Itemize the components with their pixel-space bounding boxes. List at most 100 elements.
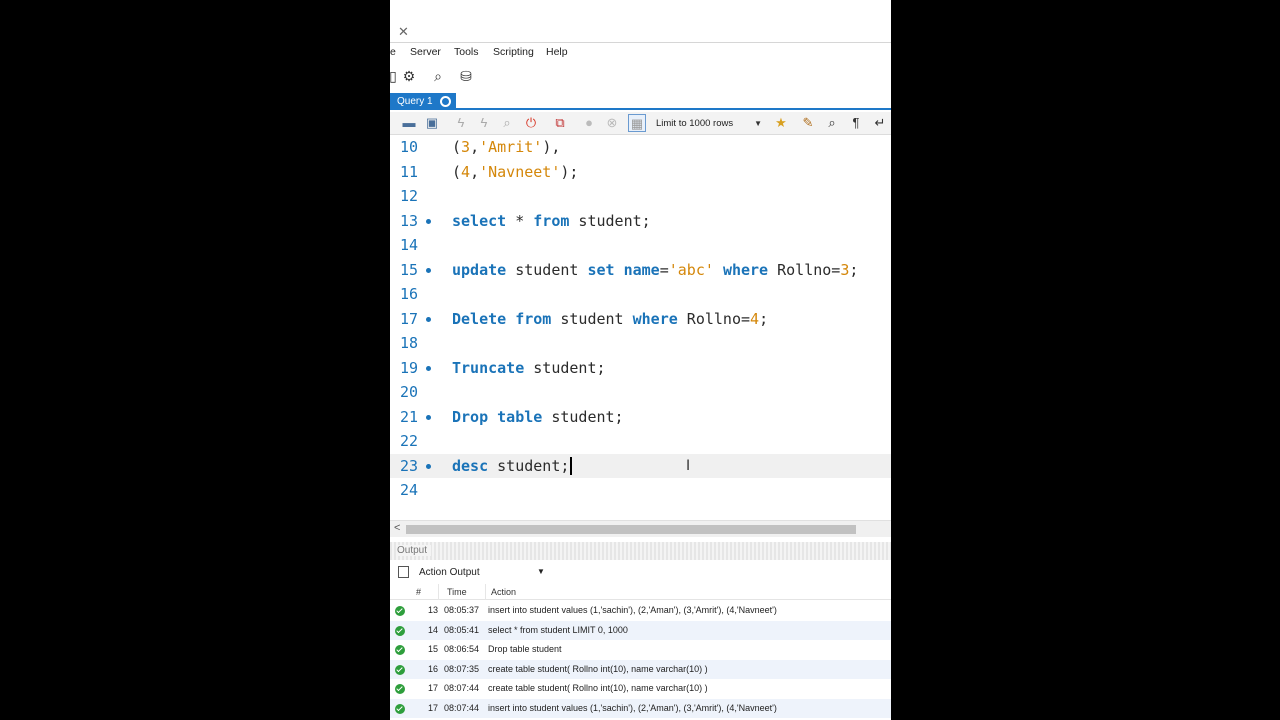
code-token: Drop <box>452 407 489 426</box>
close-icon[interactable]: ✕ <box>398 24 409 40</box>
code-token: Delete <box>452 309 507 328</box>
code-token: , <box>470 162 480 181</box>
menu-item-help[interactable]: Help <box>546 46 568 58</box>
column-header-action[interactable]: Action <box>491 587 516 597</box>
menu-item-tools[interactable]: Tools <box>454 46 479 58</box>
scrollbar-thumb[interactable] <box>406 525 856 534</box>
horizontal-scrollbar[interactable]: < <box>390 520 891 537</box>
output-type-select[interactable]: Action Output <box>419 567 480 578</box>
code-line[interactable]: 19 Truncate student; <box>390 356 891 381</box>
code-line[interactable]: 21 Drop table student; <box>390 405 891 430</box>
explain-icon[interactable]: ⌕ <box>498 114 516 132</box>
code-line[interactable]: 24 <box>390 478 891 503</box>
limit-rows-select[interactable]: Limit to 1000 rows ▼ <box>656 116 766 132</box>
code-token: ); <box>560 162 579 181</box>
row-time: 08:07:44 <box>444 683 480 693</box>
scroll-left-icon[interactable]: < <box>394 522 400 534</box>
open-file-icon[interactable]: ▬ <box>400 114 418 132</box>
output-grid-header: # Time Action <box>390 584 891 600</box>
code-token: name <box>623 260 660 279</box>
row-time: 08:06:54 <box>444 644 480 654</box>
add-snippet-icon[interactable]: ★ <box>772 114 790 132</box>
output-row[interactable]: 16 08:07:35 create table student( Rollno i… <box>390 659 891 679</box>
success-check-icon <box>395 703 405 714</box>
code-line[interactable]: 14 <box>390 233 891 258</box>
code-token: desc <box>452 456 489 475</box>
sql-toolbar: ▬ ▣ ϟ ϟ ⌕ ⏻ ⧉ ● ⊗ ▦ Limit to 1000 rows ▼… <box>390 112 891 135</box>
code-token: ), <box>542 138 561 156</box>
chevron-down-icon[interactable]: ▼ <box>537 567 545 576</box>
tab-query-1[interactable]: Query 1 <box>390 93 456 110</box>
code-token: update <box>452 260 507 279</box>
save-icon[interactable]: ▣ <box>423 114 441 132</box>
title-bar: ✕ <box>390 0 891 43</box>
code-line[interactable]: 16 <box>390 282 891 307</box>
code-line[interactable]: 23 desc student; <box>390 453 891 479</box>
output-row[interactable]: 17 08:07:44 create table student( Rollno i… <box>390 679 891 699</box>
code-token: Rollno= <box>677 309 751 328</box>
settings-schema-icon[interactable]: ⚙ <box>400 67 418 85</box>
rollback-icon[interactable]: ⊗ <box>603 114 621 132</box>
code-text: Delete from student where Rollno=4; <box>452 307 768 332</box>
code-line[interactable]: 17 Delete from student where Rollno=4; <box>390 307 891 332</box>
output-row[interactable]: 17 08:07:44 insert into student values (1,… <box>390 698 891 718</box>
code-token: , <box>470 138 480 156</box>
code-token: where <box>722 260 769 279</box>
query-tab-bar: Query 1 <box>390 92 891 110</box>
code-token: set <box>587 260 615 279</box>
menu-bar: e Server Tools Scripting Help <box>390 43 891 63</box>
row-time: 08:05:37 <box>444 605 480 615</box>
code-line[interactable]: 11 (4,'Navneet'); <box>390 160 891 185</box>
code-token: ; <box>759 309 769 328</box>
code-token: 4 <box>461 162 471 181</box>
inspect-icon[interactable]: ⌕ <box>429 67 447 85</box>
menu-item-server[interactable]: Server <box>410 46 441 58</box>
output-row[interactable]: 14 08:05:41 select * from student LIMIT 0,… <box>390 620 891 640</box>
code-text: select * from student; <box>452 209 651 234</box>
workbench-window: ✕ e Server Tools Scripting Help ▯ ⚙ ⌕ ⛁ … <box>390 0 891 720</box>
column-separator <box>485 584 486 600</box>
code-line[interactable]: 13 select * from student; <box>390 209 891 234</box>
row-number: 17 <box>427 702 438 713</box>
column-header-num[interactable]: # <box>416 587 421 597</box>
sql-editor[interactable]: 10 (3,'Amrit'), 11 (4,'Navneet'); 12 13 select… <box>390 135 891 520</box>
success-check-icon <box>395 645 405 655</box>
output-row[interactable]: 13 08:05:37 insert into student values (1,… <box>390 601 891 621</box>
find-icon[interactable]: ⌕ <box>823 114 841 132</box>
code-token: Rollno= <box>768 260 841 279</box>
output-title: Output <box>397 545 432 556</box>
copy-icon[interactable] <box>398 566 409 578</box>
menu-item-edit[interactable]: e <box>390 46 396 58</box>
wrap-lines-icon[interactable]: ↵ <box>871 114 889 132</box>
stop-icon[interactable]: ⏻ <box>522 114 540 132</box>
statement-marker-icon <box>426 267 431 273</box>
column-header-time[interactable]: Time <box>447 587 467 597</box>
row-action: select * from student LIMIT 0, 1000 <box>488 624 628 635</box>
menu-item-scripting[interactable]: Scripting <box>493 46 534 58</box>
execute-current-icon[interactable]: ϟ <box>475 114 493 132</box>
commit-icon[interactable]: ● <box>580 114 598 132</box>
execute-icon[interactable]: ϟ <box>452 114 470 132</box>
output-row[interactable]: 15 08:06:54 Drop table student <box>390 640 891 660</box>
code-line[interactable]: 18 <box>390 331 891 356</box>
toggle-error-icon[interactable]: ⧉ <box>551 114 569 132</box>
code-text: desc student; <box>452 454 572 479</box>
code-text: Truncate student; <box>452 356 606 381</box>
code-line[interactable]: 15 update student set name='abc' where Ro… <box>390 258 891 283</box>
line-number: 16 <box>400 285 419 303</box>
reconnect-icon[interactable]: ⛁ <box>457 67 475 85</box>
code-token: 'Amrit' <box>479 138 543 156</box>
statement-marker-icon <box>426 414 431 420</box>
invisible-chars-icon[interactable]: ¶ <box>847 114 865 132</box>
code-token: student; <box>569 211 651 230</box>
code-line[interactable]: 22 <box>390 429 891 454</box>
tab-close-icon[interactable] <box>440 96 451 107</box>
output-toolbar: Action Output ▼ <box>390 562 891 584</box>
code-line[interactable]: 12 <box>390 184 891 209</box>
code-line[interactable]: 10 (3,'Amrit'), <box>390 135 891 160</box>
row-time: 08:07:35 <box>444 663 480 674</box>
beautify-icon[interactable]: ✎ <box>799 114 817 132</box>
code-line[interactable]: 20 <box>390 380 891 405</box>
text-caret <box>570 457 572 475</box>
autocommit-icon[interactable]: ▦ <box>628 114 646 132</box>
